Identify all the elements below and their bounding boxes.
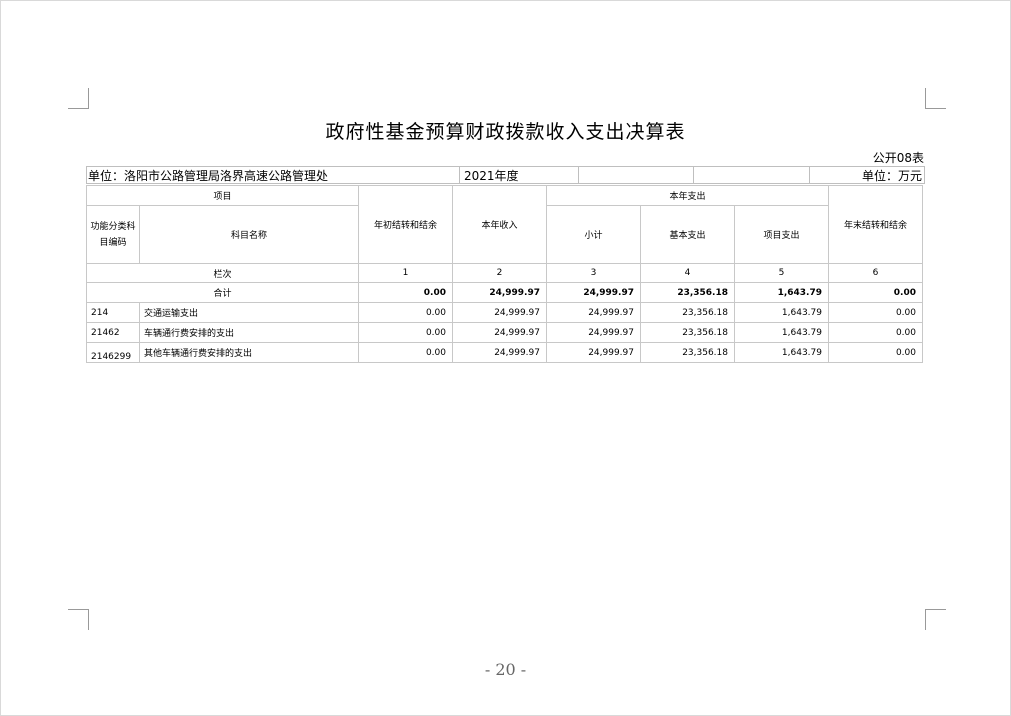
header-subject: 科目名称 bbox=[139, 205, 359, 264]
info-row: 单位：洛阳市公路管理局洛界高速公路管理处 2021年度 单位：万元 bbox=[86, 166, 925, 185]
crop-mark-bottom-left bbox=[68, 609, 89, 630]
crop-mark-top-left bbox=[68, 88, 89, 109]
page-number: - 20 - bbox=[484, 660, 527, 679]
total-cell: 23,356.18 bbox=[640, 282, 735, 303]
row-value: 1,643.79 bbox=[734, 302, 829, 323]
column-number: 5 bbox=[734, 263, 829, 283]
total-cell: 0.00 bbox=[358, 282, 453, 303]
row-value: 24,999.97 bbox=[546, 342, 641, 363]
header-project: 项目支出 bbox=[734, 205, 829, 264]
row-value: 0.00 bbox=[828, 302, 923, 323]
budget-table: 项目 年初结转和结余 本年收入 本年支出 年末结转和结余 功能分类科目编码 科目… bbox=[86, 185, 923, 363]
table-row: 21462 车辆通行费安排的支出 0.00 24,999.97 24,999.9… bbox=[86, 322, 923, 343]
total-cell: 1,643.79 bbox=[734, 282, 829, 303]
header-subtotal: 小计 bbox=[546, 205, 641, 264]
row-value: 24,999.97 bbox=[452, 322, 547, 343]
row-value: 1,643.79 bbox=[734, 322, 829, 343]
row-value: 24,999.97 bbox=[452, 302, 547, 323]
total-cell: 0.00 bbox=[828, 282, 923, 303]
total-label: 合计 bbox=[86, 282, 359, 303]
row-value: 24,999.97 bbox=[546, 302, 641, 323]
row-value: 0.00 bbox=[358, 302, 453, 323]
row-value: 24,999.97 bbox=[452, 342, 547, 363]
row-value: 0.00 bbox=[358, 342, 453, 363]
header-basic: 基本支出 bbox=[640, 205, 735, 264]
crop-mark-bottom-right bbox=[925, 609, 946, 630]
table-row: 2146299 其他车辆通行费安排的支出 0.00 24,999.97 24,9… bbox=[86, 342, 923, 363]
form-code: 公开08表 bbox=[872, 151, 924, 165]
row-value: 0.00 bbox=[358, 322, 453, 343]
row-value: 23,356.18 bbox=[640, 322, 735, 343]
currency-unit: 单位：万元 bbox=[809, 166, 925, 184]
total-cell: 24,999.97 bbox=[546, 282, 641, 303]
column-number: 4 bbox=[640, 263, 735, 283]
header-income: 本年收入 bbox=[452, 185, 547, 264]
row-code: 214 bbox=[86, 302, 140, 323]
crop-mark-top-right bbox=[925, 88, 946, 109]
row-code: 2146299 bbox=[86, 342, 140, 363]
page-title: 政府性基金预算财政拨款收入支出决算表 bbox=[325, 121, 686, 143]
year-label: 2021年度 bbox=[459, 166, 578, 184]
column-number: 6 bbox=[828, 263, 923, 283]
total-cell: 24,999.97 bbox=[452, 282, 547, 303]
row-name: 车辆通行费安排的支出 bbox=[139, 322, 359, 343]
header-opening-balance: 年初结转和结余 bbox=[358, 185, 453, 264]
unit-label: 单位：洛阳市公路管理局洛界高速公路管理处 bbox=[86, 166, 459, 184]
row-value: 23,356.18 bbox=[640, 302, 735, 323]
row-value: 1,643.79 bbox=[734, 342, 829, 363]
column-number: 2 bbox=[452, 263, 547, 283]
row-value: 24,999.97 bbox=[546, 322, 641, 343]
row-name: 交通运输支出 bbox=[139, 302, 359, 323]
row-value: 0.00 bbox=[828, 342, 923, 363]
blank-cell bbox=[693, 166, 809, 184]
column-number: 1 bbox=[358, 263, 453, 283]
blank-cell bbox=[578, 166, 693, 184]
header-item: 项目 bbox=[86, 185, 359, 206]
header-expenditure: 本年支出 bbox=[546, 185, 829, 206]
row-value: 0.00 bbox=[828, 322, 923, 343]
table-row: 214 交通运输支出 0.00 24,999.97 24,999.97 23,3… bbox=[86, 302, 923, 323]
column-number-label: 栏次 bbox=[86, 263, 359, 283]
header-closing-balance: 年末结转和结余 bbox=[828, 185, 923, 264]
row-name: 其他车辆通行费安排的支出 bbox=[139, 342, 359, 363]
row-value: 23,356.18 bbox=[640, 342, 735, 363]
column-number: 3 bbox=[546, 263, 641, 283]
header-code: 功能分类科目编码 bbox=[86, 205, 140, 264]
row-code: 21462 bbox=[86, 322, 140, 343]
